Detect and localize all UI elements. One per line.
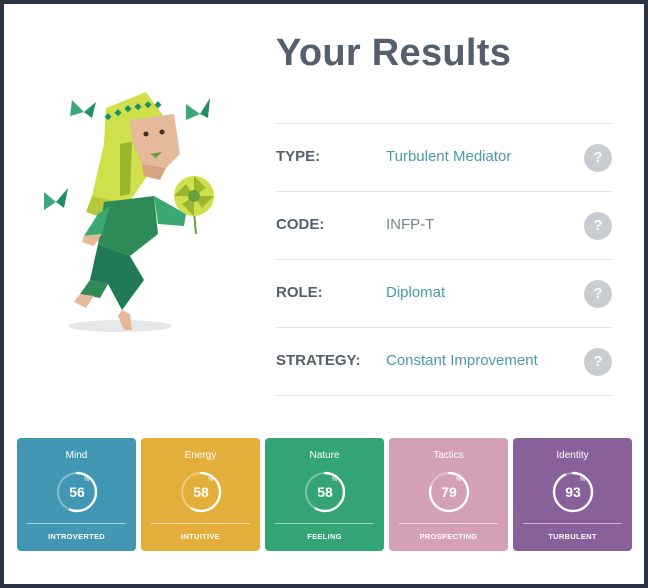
butterfly-icon <box>70 100 96 118</box>
percentage-ring: 58 % <box>303 470 347 514</box>
trait-result: PROSPECTING <box>419 532 478 541</box>
percentage-ring: 56 % <box>55 470 99 514</box>
result-row-role: ROLE: Diplomat ? <box>276 259 612 327</box>
percentage-ring: 58 % <box>179 470 223 514</box>
trait-name: Energy <box>184 450 217 461</box>
result-value: INFP-T <box>386 216 435 233</box>
result-label: ROLE: <box>276 284 323 301</box>
mediator-character-illustration <box>44 92 214 332</box>
trait-result: INTROVERTED <box>47 532 106 541</box>
percent-sign: % <box>208 477 214 483</box>
help-icon[interactable]: ? <box>584 348 612 376</box>
result-label: TYPE: <box>276 148 321 165</box>
divider <box>523 523 622 524</box>
butterfly-icon <box>186 98 210 120</box>
result-value-link[interactable]: Constant Improvement <box>386 352 538 369</box>
result-row-strategy: STRATEGY: Constant Improvement ? <box>276 327 612 396</box>
page-title: Your Results <box>276 32 512 74</box>
percentage-ring: 93 % <box>551 470 595 514</box>
trait-percent: 56 <box>69 484 85 500</box>
results-panel: Your Results TYPE: Turbulent Mediator ? … <box>4 4 644 584</box>
trait-result: INTUITIVE <box>181 532 220 541</box>
result-label: STRATEGY: <box>276 352 361 369</box>
trait-card-identity[interactable]: Identity 93 % TURBULENT <box>513 438 632 551</box>
trait-name: Mind <box>65 450 88 461</box>
percent-sign: % <box>84 477 90 483</box>
help-icon[interactable]: ? <box>584 280 612 308</box>
help-icon[interactable]: ? <box>584 144 612 172</box>
percent-sign: % <box>456 477 462 483</box>
trait-percent: 79 <box>441 484 457 500</box>
trait-card-mind[interactable]: Mind 56 % INTROVERTED <box>17 438 136 551</box>
divider <box>275 523 374 524</box>
trait-name: Tactics <box>433 450 464 461</box>
trait-percent: 58 <box>317 484 333 500</box>
trait-percent: 58 <box>193 484 209 500</box>
trait-card-tactics[interactable]: Tactics 79 % PROSPECTING <box>389 438 508 551</box>
trait-name: Nature <box>309 450 340 461</box>
trait-card-nature[interactable]: Nature 58 % FEELING <box>265 438 384 551</box>
result-value-link[interactable]: Diplomat <box>386 284 445 301</box>
trait-percent: 93 <box>565 484 581 500</box>
butterfly-icon <box>44 188 68 210</box>
divider <box>151 523 250 524</box>
result-row-code: CODE: INFP-T ? <box>276 191 612 259</box>
percentage-ring: 79 % <box>427 470 471 514</box>
result-value-link[interactable]: Turbulent Mediator <box>386 148 511 165</box>
result-label: CODE: <box>276 216 325 233</box>
divider <box>27 523 126 524</box>
trait-cards: Mind 56 % INTROVERTED Energy 58 % INTUIT… <box>17 438 632 551</box>
help-icon[interactable]: ? <box>584 212 612 240</box>
trait-card-energy[interactable]: Energy 58 % INTUITIVE <box>141 438 260 551</box>
trait-result: FEELING <box>307 532 342 541</box>
percent-sign: % <box>332 477 338 483</box>
percent-sign: % <box>580 477 586 483</box>
results-list: TYPE: Turbulent Mediator ? CODE: INFP-T … <box>276 123 612 396</box>
divider <box>399 523 498 524</box>
result-row-type: TYPE: Turbulent Mediator ? <box>276 123 612 191</box>
trait-name: Identity <box>556 450 589 461</box>
trait-result: TURBULENT <box>548 532 597 541</box>
